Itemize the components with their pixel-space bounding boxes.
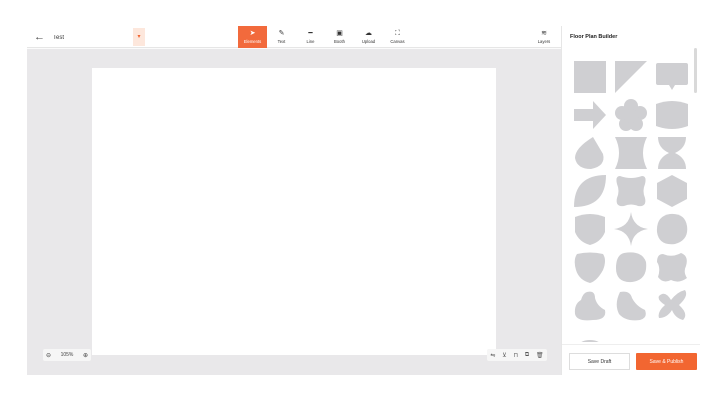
shape-arrow-right[interactable] [572,97,608,133]
upload-icon: ☁ [365,30,372,37]
canvas-actions: ⇋ ⊻ ⊓ ⧉ 🗑 [487,349,547,361]
trash-icon[interactable]: 🗑 [536,352,544,359]
panel-scrollbar[interactable] [694,48,697,93]
layers-button[interactable]: ≋ Layers [535,26,553,48]
panel-footer: Save Draft Save & Publish [562,344,700,375]
tool-group: ➤ Elements ✎ Text ━ Line ▣ Booth ☁ Uploa… [238,26,412,48]
shape-small-triangle[interactable] [654,325,688,342]
line-icon: ━ [308,30,313,37]
shape-half-ellipse[interactable] [613,325,649,342]
text-icon: ✎ [278,30,285,37]
shape-wavy-blob[interactable] [654,249,688,285]
arrow-left-icon[interactable]: ← [34,30,46,44]
shape-blob-rounded[interactable] [613,173,649,209]
shape-half-circle[interactable] [572,325,608,342]
tool-line[interactable]: ━ Line [296,26,325,48]
builder-frame: ← ▾ ➤ Elements ✎ Text ━ Line ▣ Booth ☁ U… [27,26,700,375]
tool-upload[interactable]: ☁ Upload [354,26,383,48]
save-publish-button[interactable]: Save & Publish [636,353,697,370]
panel-title: Floor Plan Builder [570,34,618,40]
zoom-in-icon[interactable]: ⊕ [83,352,88,359]
pointer-icon: ➤ [249,30,256,37]
chevron-down-icon[interactable]: ▾ [133,28,145,46]
shape-speech-bubble[interactable] [654,59,688,95]
shape-square[interactable] [572,59,608,95]
layers-icon: ≋ [541,30,547,37]
layer-down-icon[interactable]: ⊻ [502,352,506,359]
right-panel: Floor Plan Builder Save Draft Save & Pub… [561,26,700,375]
tool-canvas[interactable]: ⛶ Canvas [383,26,412,48]
shape-blob[interactable] [654,211,688,247]
shape-heart-blob[interactable] [572,249,608,285]
plan-title-input[interactable] [53,32,133,43]
lock-icon[interactable]: ⊓ [513,352,518,359]
tool-text-label: Text [277,39,286,44]
tool-elements[interactable]: ➤ Elements [238,26,267,48]
shape-grid [572,59,688,342]
shape-flower[interactable] [613,97,649,133]
shape-cross-blob[interactable] [654,287,688,323]
shape-triangle[interactable] [613,59,649,95]
shape-leaf[interactable] [572,173,608,209]
zoom-out-icon[interactable]: ⊖ [46,352,51,359]
shape-four-point-star[interactable] [613,211,649,247]
shape-hourglass-curved[interactable] [613,135,649,171]
tool-booth[interactable]: ▣ Booth [325,26,354,48]
shape-shield[interactable] [572,211,608,247]
shape-cylinder[interactable] [654,97,688,133]
save-draft-button[interactable]: Save Draft [569,353,630,370]
tool-text[interactable]: ✎ Text [267,26,296,48]
shape-hourglass[interactable] [654,135,688,171]
tool-booth-label: Booth [334,39,345,44]
floor-plan-canvas[interactable] [92,68,496,355]
tool-elements-label: Elements [243,39,262,44]
canvas-icon: ⛶ [395,30,400,37]
shape-bean[interactable] [613,287,649,323]
shape-round-blob[interactable] [613,249,649,285]
zoom-level: 105% [60,352,74,358]
booth-icon: ▣ [336,30,343,37]
tool-canvas-label: Canvas [390,39,405,44]
shape-organic-blob[interactable] [572,287,608,323]
zoom-control: ⊖ 105% ⊕ [43,349,91,361]
top-toolbar: ← ▾ ➤ Elements ✎ Text ━ Line ▣ Booth ☁ U… [27,26,561,48]
flip-icon[interactable]: ⇋ [490,352,495,359]
tool-upload-label: Upload [361,39,376,44]
duplicate-icon[interactable]: ⧉ [525,352,529,359]
tool-line-label: Line [306,39,315,44]
shape-hexagon[interactable] [654,173,688,209]
workspace: ⊖ 105% ⊕ ⇋ ⊻ ⊓ ⧉ 🗑 [27,49,561,375]
shape-drop[interactable] [572,135,608,171]
layers-label: Layers [537,39,551,44]
